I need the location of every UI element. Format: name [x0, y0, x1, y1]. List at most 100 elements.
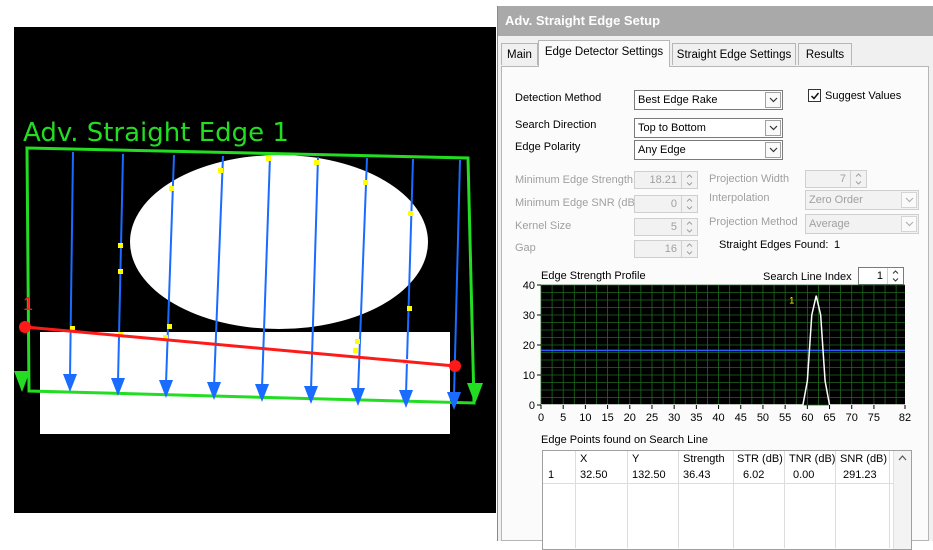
spin-up-icon [682, 172, 697, 180]
projection-width-spinner: 7 [805, 170, 867, 188]
suggest-values-checkbox[interactable] [808, 89, 821, 102]
edge-polarity-label: Edge Polarity [515, 141, 581, 153]
cell-x: 32.50 [580, 469, 608, 481]
tab-edge-detector-settings-label: Edge Detector Settings [544, 46, 664, 58]
x-tick-label: 65 [823, 412, 835, 424]
x-tick-label: 55 [779, 412, 791, 424]
interpolation-select: Zero Order [805, 190, 919, 210]
y-tick-label: 40 [523, 280, 535, 292]
y-tick-label: 30 [523, 310, 535, 322]
chevron-down-icon [765, 92, 781, 108]
tab-results-label: Results [805, 49, 845, 61]
x-axis-ticks: 0 5 10 15 20 25 30 35 40 45 50 55 60 65 70 75 82 [538, 405, 911, 424]
tool-name-label: Adv. Straight Edge 1 [23, 118, 289, 148]
x-tick-label: 5 [560, 412, 566, 424]
x-tick-label: 45 [735, 412, 747, 424]
edge-polarity-value: Any Edge [638, 144, 686, 156]
x-tick-label: 82 [899, 412, 911, 424]
edge-index-label: 1 [23, 294, 33, 314]
tab-straight-edge-settings[interactable]: Straight Edge Settings [672, 43, 796, 65]
search-direction-select[interactable]: Top to Bottom [634, 118, 783, 138]
x-tick-label: 10 [579, 412, 591, 424]
checkmark-icon [810, 92, 819, 100]
min-edge-snr-spinner: 0 [634, 195, 698, 213]
row-index: 1 [548, 469, 555, 481]
spin-down-icon [851, 179, 866, 187]
edge-polarity-select[interactable]: Any Edge [634, 140, 783, 160]
x-tick-label: 75 [868, 412, 880, 424]
min-edge-snr-label: Minimum Edge SNR (dB) [515, 197, 639, 209]
gap-spinner: 16 [634, 240, 698, 258]
cell-strength: 36.43 [683, 469, 711, 481]
edge-marker-label: 1 [789, 296, 794, 306]
column-header-tnr-db[interactable]: TNR (dB) [789, 453, 835, 465]
chevron-up-icon[interactable] [894, 451, 911, 465]
tab-edge-detector-settings[interactable]: Edge Detector Settings [538, 40, 670, 67]
chevron-down-icon [765, 120, 781, 136]
edge-points-table[interactable]: X Y Strength STR (dB) TNR (dB) SNR (dB) … [542, 450, 912, 550]
projection-width-value: 7 [839, 173, 846, 185]
column-header-y[interactable]: Y [632, 453, 639, 465]
min-edge-strength-spinner: 18.21 [634, 171, 698, 189]
x-tick-label: 35 [690, 412, 702, 424]
interpolation-value: Zero Order [809, 194, 863, 206]
spin-down-icon [682, 249, 697, 257]
white-ellipse-region [130, 155, 428, 329]
detection-method-select[interactable]: Best Edge Rake [634, 90, 783, 110]
detection-method-label: Detection Method [515, 92, 602, 104]
x-tick-label: 30 [668, 412, 680, 424]
chevron-down-icon [765, 142, 781, 158]
tab-straight-edge-settings-label: Straight Edge Settings [676, 49, 792, 61]
x-tick-label: 50 [757, 412, 769, 424]
column-header-snr-db[interactable]: SNR (dB) [840, 453, 887, 465]
cell-y: 132.50 [632, 469, 666, 481]
projection-method-label: Projection Method [709, 216, 798, 228]
edge-points-table-title: Edge Points found on Search Line [541, 434, 708, 446]
tab-results[interactable]: Results [798, 43, 852, 65]
fitted-edge-endpoint-start[interactable] [19, 321, 31, 333]
interpolation-label: Interpolation [709, 192, 770, 204]
table-scrollbar[interactable] [893, 451, 911, 549]
x-tick-label: 70 [846, 412, 858, 424]
cell-str-db: 6.02 [743, 469, 765, 481]
chevron-down-icon [901, 216, 917, 232]
min-edge-strength-label: Minimum Edge Strength [515, 174, 633, 186]
min-edge-strength-value: 18.21 [649, 174, 677, 186]
cell-tnr-db: 0.00 [793, 469, 815, 481]
kernel-size-label: Kernel Size [515, 220, 572, 232]
tab-main[interactable]: Main [501, 43, 538, 65]
y-tick-label: 10 [523, 370, 535, 382]
spin-up-icon [682, 196, 697, 204]
y-tick-label: 20 [523, 340, 535, 352]
spin-up-icon [682, 219, 697, 227]
spin-up-icon [682, 241, 697, 249]
fitted-edge-endpoint-end[interactable] [449, 360, 461, 372]
inspection-image[interactable]: 1 Adv. Straight Edge 1 [0, 0, 497, 541]
x-tick-label: 15 [601, 412, 613, 424]
cell-snr-db: 291.23 [843, 469, 877, 481]
detection-method-value: Best Edge Rake [638, 94, 718, 106]
search-direction-label: Search Direction [515, 119, 597, 131]
column-header-strength[interactable]: Strength [683, 453, 725, 465]
x-tick-label: 25 [646, 412, 658, 424]
straight-edges-found-label: Straight Edges Found: [719, 239, 829, 251]
spin-up-icon [851, 171, 866, 179]
x-tick-label: 20 [624, 412, 636, 424]
kernel-size-value: 5 [670, 221, 677, 233]
setup-panel: Adv. Straight Edge Setup Main Edge Detec… [497, 6, 933, 550]
panel-title: Adv. Straight Edge Setup [498, 6, 933, 36]
gap-value: 16 [664, 243, 677, 255]
projection-method-value: Average [809, 218, 850, 230]
min-edge-snr-value: 0 [670, 198, 677, 210]
y-axis-ticks: 0 10 20 30 40 [523, 280, 541, 412]
column-header-str-db[interactable]: STR (dB) [737, 453, 783, 465]
x-tick-label: 40 [712, 412, 724, 424]
spin-down-icon [682, 227, 697, 235]
column-header-x[interactable]: X [580, 453, 587, 465]
projection-width-label: Projection Width [709, 173, 790, 185]
kernel-size-spinner: 5 [634, 218, 698, 236]
spin-down-icon [682, 180, 697, 188]
image-viewer[interactable]: 1 Adv. Straight Edge 1 [0, 0, 497, 541]
x-tick-label: 60 [801, 412, 813, 424]
suggest-values-label: Suggest Values [825, 90, 902, 102]
